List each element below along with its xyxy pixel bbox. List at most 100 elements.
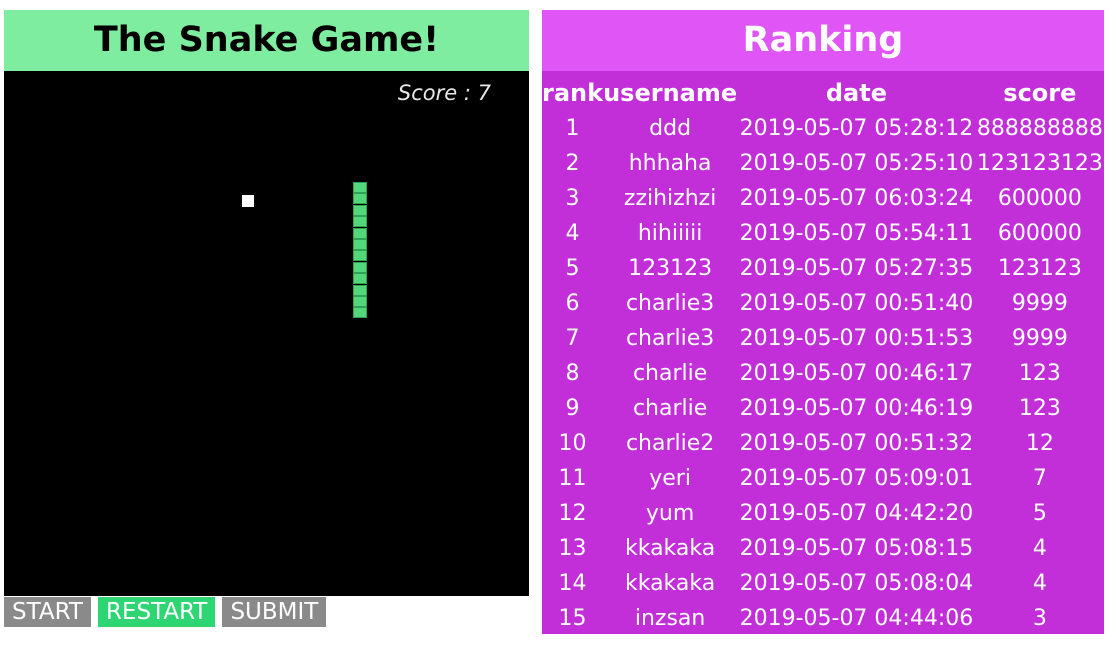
ranking-table: rank username date score 1 ddd 2019-05-07 … [542, 71, 1104, 636]
game-title: The Snake Game! [4, 10, 529, 71]
score-cell: 123 [1018, 361, 1061, 386]
snake-segment [353, 284, 367, 296]
date-cell: 2019-05-07 05:27:35 [739, 256, 974, 281]
rank-cell: 3 [565, 186, 580, 211]
ranking-header-row: rank username date score [542, 71, 1104, 111]
score-cell: 123 [1018, 396, 1061, 421]
table-row: 9 charlie 2019-05-07 00:46:19 123 [542, 391, 1104, 426]
username-cell: charlie [632, 396, 708, 421]
table-row: 6 charlie3 2019-05-07 00:51:40 9999 [542, 286, 1104, 321]
date-cell: 2019-05-07 00:51:32 [739, 431, 974, 456]
table-row: 11 yeri 2019-05-07 05:09:01 7 [542, 461, 1104, 496]
score-cell: 888888888 [976, 116, 1103, 141]
snake-segment [353, 216, 367, 228]
date-cell: 2019-05-07 05:08:04 [739, 571, 974, 596]
game-board[interactable]: Score : 7 [4, 71, 529, 596]
score-cell: 600000 [997, 186, 1082, 211]
table-row: 15 inzsan 2019-05-07 04:44:06 3 [542, 601, 1104, 636]
header-username: username [603, 79, 738, 107]
date-cell: 2019-05-07 06:03:24 [739, 186, 974, 211]
table-row: 3 zzihizhzi 2019-05-07 06:03:24 600000 [542, 181, 1104, 216]
snake-segment [353, 250, 367, 262]
table-row: 7 charlie3 2019-05-07 00:51:53 9999 [542, 321, 1104, 356]
score-cell: 600000 [997, 221, 1082, 246]
rank-cell: 8 [565, 361, 580, 386]
table-row: 1 ddd 2019-05-07 05:28:12 888888888 [542, 111, 1104, 146]
date-cell: 2019-05-07 00:51:53 [739, 326, 974, 351]
rank-cell: 9 [565, 396, 580, 421]
score-display: Score : 7 [397, 81, 491, 105]
score-cell: 5 [1032, 501, 1047, 526]
ranking-panel: Ranking rank username date score 1 ddd 201… [542, 10, 1104, 634]
table-row: 5 123123 2019-05-07 05:27:35 123123 [542, 251, 1104, 286]
score-cell: 4 [1032, 571, 1047, 596]
snake-segment [353, 307, 367, 319]
username-cell: yum [645, 501, 695, 526]
username-cell: kkakaka [624, 571, 716, 596]
snake-segment [353, 273, 367, 285]
rank-cell: 6 [565, 291, 580, 316]
date-cell: 2019-05-07 05:08:15 [739, 536, 974, 561]
table-row: 14 kkakaka 2019-05-07 05:08:04 4 [542, 566, 1104, 601]
username-cell: hhhaha [628, 151, 712, 176]
date-cell: 2019-05-07 00:51:40 [739, 291, 974, 316]
username-cell: 123123 [628, 256, 713, 281]
username-cell: zzihizhzi [623, 186, 717, 211]
rank-cell: 10 [558, 431, 587, 456]
table-row: 13 kkakaka 2019-05-07 05:08:15 4 [542, 531, 1104, 566]
food-icon [242, 195, 254, 207]
header-rank: rank [542, 79, 604, 107]
username-cell: inzsan [634, 606, 706, 631]
rank-cell: 5 [565, 256, 580, 281]
start-button[interactable]: START [4, 597, 91, 627]
date-cell: 2019-05-07 05:25:10 [739, 151, 974, 176]
date-cell: 2019-05-07 04:44:06 [739, 606, 974, 631]
header-score: score [1003, 79, 1077, 107]
date-cell: 2019-05-07 05:54:11 [739, 221, 974, 246]
username-cell: yeri [649, 466, 691, 491]
score-cell: 9999 [1011, 291, 1068, 316]
score-cell: 3 [1032, 606, 1047, 631]
username-cell: ddd [649, 116, 692, 141]
rank-cell: 13 [558, 536, 587, 561]
date-cell: 2019-05-07 05:09:01 [739, 466, 974, 491]
date-cell: 2019-05-07 00:46:17 [739, 361, 974, 386]
date-cell: 2019-05-07 04:42:20 [739, 501, 974, 526]
rank-cell: 7 [565, 326, 580, 351]
snake-segment [353, 193, 367, 205]
snake-segment [353, 239, 367, 250]
game-controls: START RESTART SUBMIT [4, 597, 327, 627]
rank-cell: 11 [558, 466, 587, 491]
snake-segment [353, 204, 367, 216]
username-cell: charlie3 [625, 291, 715, 316]
table-row: 12 yum 2019-05-07 04:42:20 5 [542, 496, 1104, 531]
game-panel: The Snake Game! Score : 7 [4, 10, 529, 596]
table-row: 8 charlie 2019-05-07 00:46:17 123 [542, 356, 1104, 391]
snake-segment [353, 296, 367, 307]
score-cell: 4 [1032, 536, 1047, 561]
score-cell: 12 [1025, 431, 1054, 456]
ranking-title: Ranking [542, 10, 1104, 71]
rank-cell: 1 [565, 116, 580, 141]
snake-segment [353, 261, 367, 273]
username-cell: charlie3 [625, 326, 715, 351]
username-cell: charlie2 [625, 431, 715, 456]
username-cell: charlie [632, 361, 708, 386]
table-row: 4 hihiiiii 2019-05-07 05:54:11 600000 [542, 216, 1104, 251]
username-cell: kkakaka [624, 536, 716, 561]
score-cell: 123123 [997, 256, 1082, 281]
rank-cell: 12 [558, 501, 587, 526]
date-cell: 2019-05-07 00:46:19 [739, 396, 974, 421]
score-cell: 123123123 [976, 151, 1103, 176]
table-row: 10 charlie2 2019-05-07 00:51:32 12 [542, 426, 1104, 461]
rank-cell: 15 [558, 606, 587, 631]
table-row: 2 hhhaha 2019-05-07 05:25:10 123123123 [542, 146, 1104, 181]
date-cell: 2019-05-07 05:28:12 [739, 116, 974, 141]
submit-button[interactable]: SUBMIT [222, 597, 327, 627]
rank-cell: 4 [565, 221, 580, 246]
snake-segment [353, 182, 367, 193]
rank-cell: 2 [565, 151, 580, 176]
score-cell: 7 [1032, 466, 1047, 491]
restart-button[interactable]: RESTART [97, 597, 216, 627]
header-date: date [825, 79, 887, 107]
